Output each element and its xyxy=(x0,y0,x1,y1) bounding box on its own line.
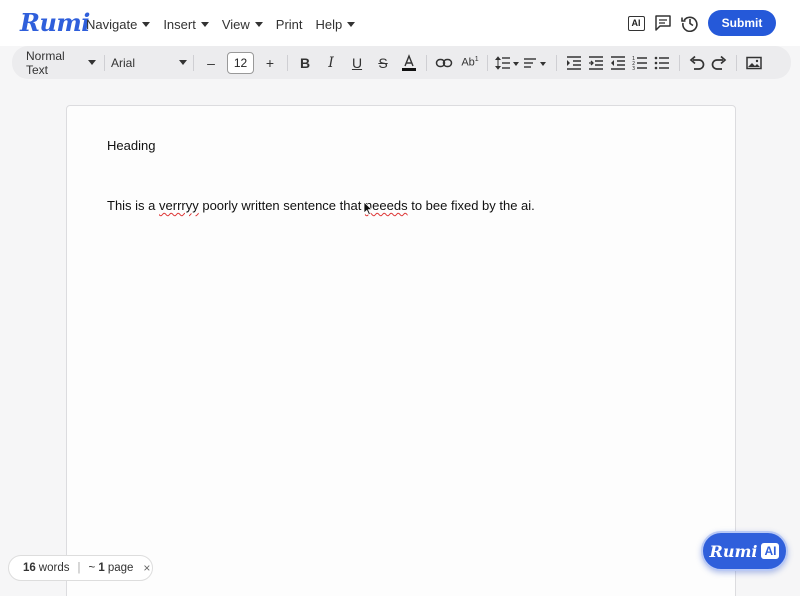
line-spacing-button[interactable] xyxy=(494,52,522,74)
increase-font-size-button[interactable]: + xyxy=(259,52,281,74)
insert-link-button[interactable] xyxy=(433,52,455,74)
redo-button[interactable] xyxy=(708,52,730,74)
toolbar-divider xyxy=(104,54,105,71)
align-left-icon xyxy=(524,57,546,68)
word-count-value: 16 xyxy=(23,562,36,574)
bold-button[interactable]: B xyxy=(294,52,316,74)
italic-icon: I xyxy=(328,54,334,71)
menu-help[interactable]: Help xyxy=(316,17,356,32)
mouse-cursor-icon xyxy=(363,201,373,216)
page-count-value: 1 xyxy=(98,562,105,574)
close-icon[interactable]: × xyxy=(143,561,150,575)
menu-navigate-label: Navigate xyxy=(86,17,138,32)
line-spacing-icon xyxy=(495,55,519,70)
text-run: This is a xyxy=(107,198,160,213)
caret-down-icon xyxy=(88,60,96,65)
toolbar-divider xyxy=(679,54,680,71)
hanging-indent-icon xyxy=(589,55,603,70)
insert-image-button[interactable] xyxy=(743,52,765,74)
ai-icon: AI xyxy=(627,15,645,31)
document-heading[interactable]: Heading xyxy=(107,138,155,153)
decrease-font-size-button[interactable]: – xyxy=(200,52,222,74)
caret-down-icon xyxy=(179,60,187,65)
toolbar-divider xyxy=(556,54,557,71)
menu-view-label: View xyxy=(221,17,250,32)
hanging-indent-button[interactable] xyxy=(585,52,607,74)
menu-insert-label: Insert xyxy=(163,17,196,32)
strikethrough-button[interactable]: S xyxy=(372,52,394,74)
rumi-ai-button[interactable]: Rumi AI xyxy=(701,531,788,571)
font-family-select[interactable]: Arial xyxy=(111,56,187,70)
menu-navigate[interactable]: Navigate xyxy=(86,17,151,32)
bold-icon: B xyxy=(299,54,311,71)
bullet-list-icon xyxy=(654,56,669,69)
undo-button[interactable] xyxy=(686,52,708,74)
text-align-button[interactable] xyxy=(522,52,550,74)
link-icon xyxy=(435,58,453,67)
toolbar-divider xyxy=(426,54,427,71)
outdent-icon xyxy=(611,55,625,70)
italic-button[interactable]: I xyxy=(320,52,342,74)
underline-icon: U xyxy=(351,54,363,71)
history-button[interactable] xyxy=(680,13,700,33)
status-divider: | xyxy=(77,562,81,574)
menu-print[interactable]: Print xyxy=(276,17,303,32)
toolbar-divider xyxy=(487,54,488,71)
superscript-label: Ab xyxy=(461,56,475,69)
bullet-list-button[interactable] xyxy=(651,52,673,74)
rumi-ai-badge: AI xyxy=(761,543,780,559)
menu-help-label: Help xyxy=(315,17,343,32)
document-page[interactable]: Heading This is a verrryy poorly written… xyxy=(66,105,736,596)
image-icon xyxy=(746,56,762,69)
font-family-value: Arial xyxy=(111,55,136,70)
strikethrough-icon: S xyxy=(378,54,388,71)
caret-down-icon xyxy=(142,22,151,27)
caret-down-icon xyxy=(347,22,356,27)
comment-icon xyxy=(655,15,671,31)
font-size-input[interactable]: 12 xyxy=(227,51,254,74)
toolbar-divider xyxy=(193,54,194,71)
ai-toggle-button[interactable]: AI xyxy=(626,13,646,33)
top-icon-group: AI xyxy=(626,13,700,33)
superscript-button[interactable]: Ab1 xyxy=(459,52,481,74)
redo-icon xyxy=(711,55,727,70)
rumi-logo[interactable]: Rumi xyxy=(20,8,90,37)
menu-view[interactable]: View xyxy=(222,17,263,32)
submit-button[interactable]: Submit xyxy=(708,10,776,36)
top-bar: Rumi Navigate Insert View Print Help AI … xyxy=(0,0,800,46)
svg-text:3: 3 xyxy=(632,66,635,71)
page-count-label: page xyxy=(107,562,134,574)
document-paragraph[interactable]: This is a verrryy poorly written sentenc… xyxy=(107,198,535,213)
paragraph-style-value: Normal Text xyxy=(26,48,65,77)
numbered-list-icon: 123 xyxy=(632,56,647,71)
outdent-button[interactable] xyxy=(607,52,629,74)
toolbar-divider xyxy=(736,54,737,71)
caret-down-icon xyxy=(254,22,263,27)
text-color-button[interactable] xyxy=(398,52,420,74)
text-run: to bee fixed by the ai. xyxy=(407,198,535,213)
underline-button[interactable]: U xyxy=(346,52,368,74)
main-menu: Navigate Insert View Print Help xyxy=(86,17,368,32)
word-count-label: words xyxy=(38,562,70,574)
misspelled-word[interactable]: verrryy xyxy=(159,198,199,213)
superscript-icon: Ab1 xyxy=(461,56,479,69)
page-count-prefix: ~ xyxy=(88,562,96,574)
paragraph-style-select[interactable]: Normal Text xyxy=(26,49,96,77)
format-toolbar: Normal Text Arial – 12 + B I U S Ab1 123 xyxy=(12,46,791,79)
word-count-status: 16 words | ~ 1 page × xyxy=(8,555,153,581)
text-run: poorly written sentence that xyxy=(198,198,365,213)
menu-print-label: Print xyxy=(275,17,303,32)
undo-icon xyxy=(689,55,705,70)
history-icon xyxy=(681,16,698,32)
indent-button[interactable] xyxy=(563,52,585,74)
menu-insert[interactable]: Insert xyxy=(163,17,209,32)
rumi-ai-logo: Rumi xyxy=(709,541,758,561)
toolbar-divider xyxy=(287,54,288,71)
text-color-icon xyxy=(402,53,416,71)
caret-down-icon xyxy=(200,22,209,27)
comments-button[interactable] xyxy=(653,13,673,33)
numbered-list-button[interactable]: 123 xyxy=(629,52,651,74)
indent-icon xyxy=(567,55,581,70)
